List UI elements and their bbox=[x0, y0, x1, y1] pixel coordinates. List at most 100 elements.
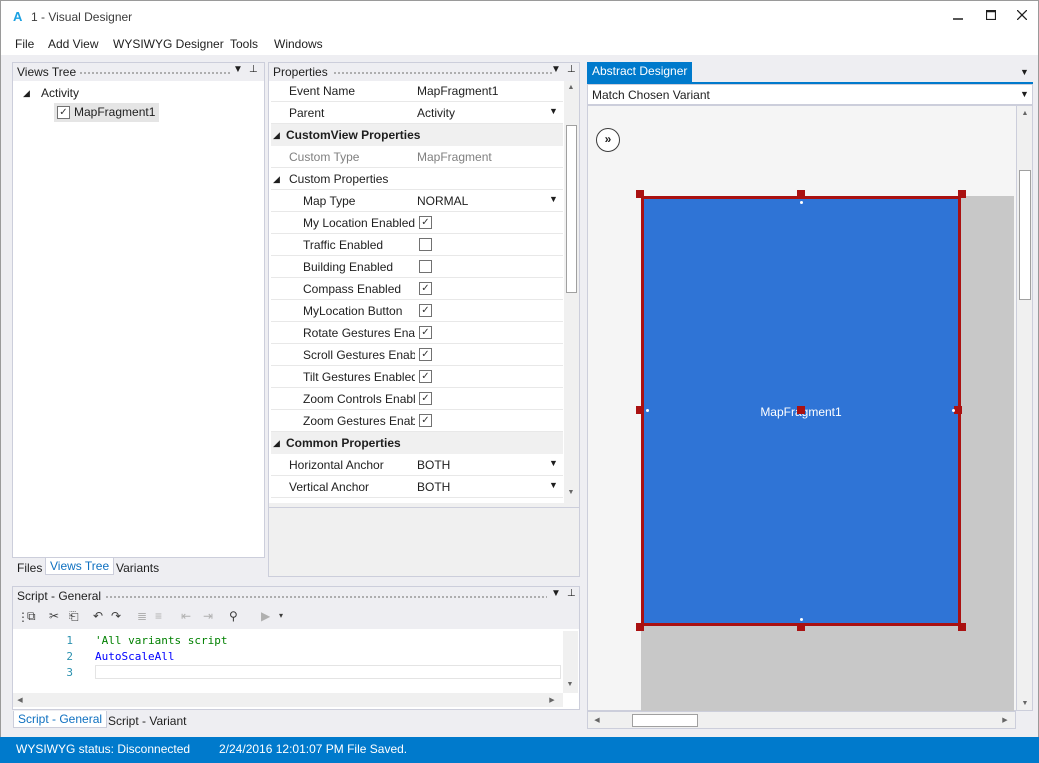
scroll-right-icon[interactable]: ▶ bbox=[545, 696, 559, 704]
property-checkbox[interactable]: ✓ bbox=[419, 348, 432, 361]
scroll-up-icon[interactable]: ▲ bbox=[564, 84, 578, 91]
property-row[interactable]: Compass Enabled ✓ bbox=[271, 278, 563, 300]
copy-icon[interactable]: ⧉ bbox=[27, 609, 36, 624]
property-checkbox[interactable] bbox=[419, 260, 432, 273]
panel-grip[interactable] bbox=[79, 71, 231, 75]
property-row[interactable]: Zoom Controls Enabled ✓ bbox=[271, 388, 563, 410]
designer-dropdown-icon[interactable]: ▼ bbox=[1020, 67, 1029, 77]
cut-icon[interactable]: ✂ bbox=[49, 609, 59, 623]
resize-handle[interactable] bbox=[636, 190, 644, 198]
paste-icon[interactable]: ⎗ bbox=[69, 609, 79, 624]
undo-icon[interactable]: ↶ bbox=[93, 609, 103, 623]
find-icon[interactable]: ⚲ bbox=[229, 609, 238, 623]
pin-icon[interactable]: ⊥ bbox=[249, 64, 258, 75]
property-checkbox[interactable]: ✓ bbox=[419, 326, 432, 339]
property-row[interactable]: Zoom Gestures Enabled ✓ bbox=[271, 410, 563, 432]
resize-handle[interactable] bbox=[797, 190, 805, 198]
indent-icon[interactable]: ⇥ bbox=[203, 609, 213, 623]
chevron-down-icon[interactable]: ▼ bbox=[549, 480, 558, 490]
redo-icon[interactable]: ↷ bbox=[111, 609, 121, 623]
menu-wysiwyg-designer[interactable]: WYSIWYG Designer bbox=[113, 37, 224, 51]
property-value[interactable]: NORMAL bbox=[417, 194, 468, 208]
property-value[interactable]: Activity bbox=[417, 106, 455, 120]
run-icon[interactable]: ▶ bbox=[261, 609, 270, 623]
expand-toolbox-icon[interactable]: » bbox=[596, 128, 620, 152]
chevron-down-icon[interactable]: ▼ bbox=[549, 106, 558, 116]
property-row[interactable]: ◢ Custom Properties bbox=[271, 168, 563, 190]
property-row[interactable]: Rotate Gestures Enabled ✓ bbox=[271, 322, 563, 344]
scroll-down-icon[interactable]: ▼ bbox=[564, 489, 578, 496]
property-checkbox[interactable]: ✓ bbox=[419, 304, 432, 317]
resize-handle[interactable] bbox=[958, 190, 966, 198]
property-category[interactable]: ◢ CustomView Properties bbox=[271, 124, 563, 146]
scroll-right-icon[interactable]: ▶ bbox=[998, 716, 1012, 724]
tree-item-activity[interactable]: Activity bbox=[41, 86, 79, 100]
property-checkbox[interactable]: ✓ bbox=[419, 282, 432, 295]
property-checkbox[interactable]: ✓ bbox=[419, 216, 432, 229]
dropdown-arrow-icon[interactable]: ▼ bbox=[233, 64, 243, 75]
chevron-down-icon[interactable]: ▼ bbox=[549, 458, 558, 468]
close-button[interactable] bbox=[1007, 5, 1037, 27]
property-row[interactable]: Map Type NORMAL ▼ bbox=[271, 190, 563, 212]
designer-canvas[interactable]: » MapFragment1 bbox=[587, 105, 1017, 712]
chevron-down-icon[interactable]: ▼ bbox=[549, 194, 558, 204]
property-checkbox[interactable]: ✓ bbox=[419, 370, 432, 383]
property-row[interactable]: My Location Enabled ✓ bbox=[271, 212, 563, 234]
panel-grip[interactable] bbox=[333, 71, 553, 75]
category-expander-icon[interactable]: ◢ bbox=[273, 130, 280, 141]
properties-scrollbar[interactable]: ▲ ▼ bbox=[564, 81, 579, 503]
resize-handle[interactable] bbox=[636, 623, 644, 631]
property-row[interactable]: Event Name MapFragment1 bbox=[271, 81, 563, 102]
property-row[interactable]: Scroll Gestures Enabled ✓ bbox=[271, 344, 563, 366]
scroll-thumb[interactable] bbox=[1019, 170, 1031, 300]
designer-vscrollbar[interactable]: ▲ ▼ bbox=[1016, 105, 1033, 711]
property-row[interactable]: MyLocation Button ✓ bbox=[271, 300, 563, 322]
tab-script-general[interactable]: Script - General bbox=[13, 711, 108, 728]
scroll-down-icon[interactable]: ▼ bbox=[1018, 700, 1032, 707]
tab-abstract-designer[interactable]: Abstract Designer bbox=[587, 62, 693, 82]
property-row[interactable]: Horizontal Anchor BOTH ▼ bbox=[271, 454, 563, 476]
menu-windows[interactable]: Windows bbox=[274, 37, 323, 51]
property-value[interactable]: BOTH bbox=[417, 458, 450, 472]
property-row[interactable]: Parent Activity ▼ bbox=[271, 102, 563, 124]
maximize-button[interactable] bbox=[976, 5, 1006, 27]
property-checkbox[interactable]: ✓ bbox=[419, 392, 432, 405]
move-handle[interactable] bbox=[797, 406, 805, 414]
dropdown-arrow-icon[interactable]: ▼ bbox=[551, 588, 561, 599]
scroll-up-icon[interactable]: ▲ bbox=[1018, 110, 1032, 117]
category-expander-icon[interactable]: ◢ bbox=[273, 438, 280, 449]
property-checkbox[interactable]: ✓ bbox=[419, 414, 432, 427]
mapfragment-checkbox[interactable]: ✓ bbox=[57, 106, 70, 119]
property-category[interactable]: ◢ Common Properties bbox=[271, 432, 563, 454]
panel-grip[interactable] bbox=[105, 595, 547, 599]
scroll-left-icon[interactable]: ◀ bbox=[13, 696, 27, 704]
property-row[interactable]: Custom Type MapFragment bbox=[271, 146, 563, 168]
scroll-thumb[interactable] bbox=[566, 125, 577, 293]
property-value[interactable]: MapFragment bbox=[417, 150, 492, 164]
property-row[interactable]: Vertical Anchor BOTH ▼ bbox=[271, 476, 563, 498]
tree-expander-icon[interactable]: ◢ bbox=[23, 88, 30, 99]
resize-handle[interactable] bbox=[958, 623, 966, 631]
scroll-down-icon[interactable]: ▼ bbox=[563, 681, 577, 688]
uncomment-icon[interactable]: ≡ bbox=[155, 609, 162, 623]
pin-icon[interactable]: ⊥ bbox=[567, 64, 576, 75]
designer-hscrollbar[interactable]: ◀ ▶ bbox=[587, 711, 1016, 729]
scroll-thumb[interactable] bbox=[632, 714, 698, 727]
property-value[interactable]: BOTH bbox=[417, 480, 450, 494]
toolbar-overflow-icon[interactable]: ▾ bbox=[279, 611, 283, 620]
code-line[interactable]: 'All variants script bbox=[95, 634, 227, 647]
comment-icon[interactable]: ≣ bbox=[137, 609, 147, 623]
tree-item-mapfragment1[interactable]: MapFragment1 bbox=[74, 105, 155, 119]
tab-files[interactable]: Files bbox=[17, 561, 42, 575]
menu-file[interactable]: File bbox=[15, 37, 34, 51]
resize-handle[interactable] bbox=[636, 406, 644, 414]
tab-script-variant[interactable]: Script - Variant bbox=[108, 714, 186, 728]
property-value[interactable]: MapFragment1 bbox=[417, 84, 498, 98]
code-editor[interactable]: 1 'All variants script 2 AutoScaleAll 3 bbox=[35, 631, 563, 693]
outdent-icon[interactable]: ⇤ bbox=[181, 609, 191, 623]
menu-tools[interactable]: Tools bbox=[230, 37, 258, 51]
script-hscrollbar[interactable]: ◀ ▶ bbox=[13, 693, 563, 707]
dropdown-arrow-icon[interactable]: ▼ bbox=[551, 64, 561, 75]
pin-icon[interactable]: ⊥ bbox=[567, 588, 576, 599]
minimize-button[interactable] bbox=[943, 5, 973, 27]
